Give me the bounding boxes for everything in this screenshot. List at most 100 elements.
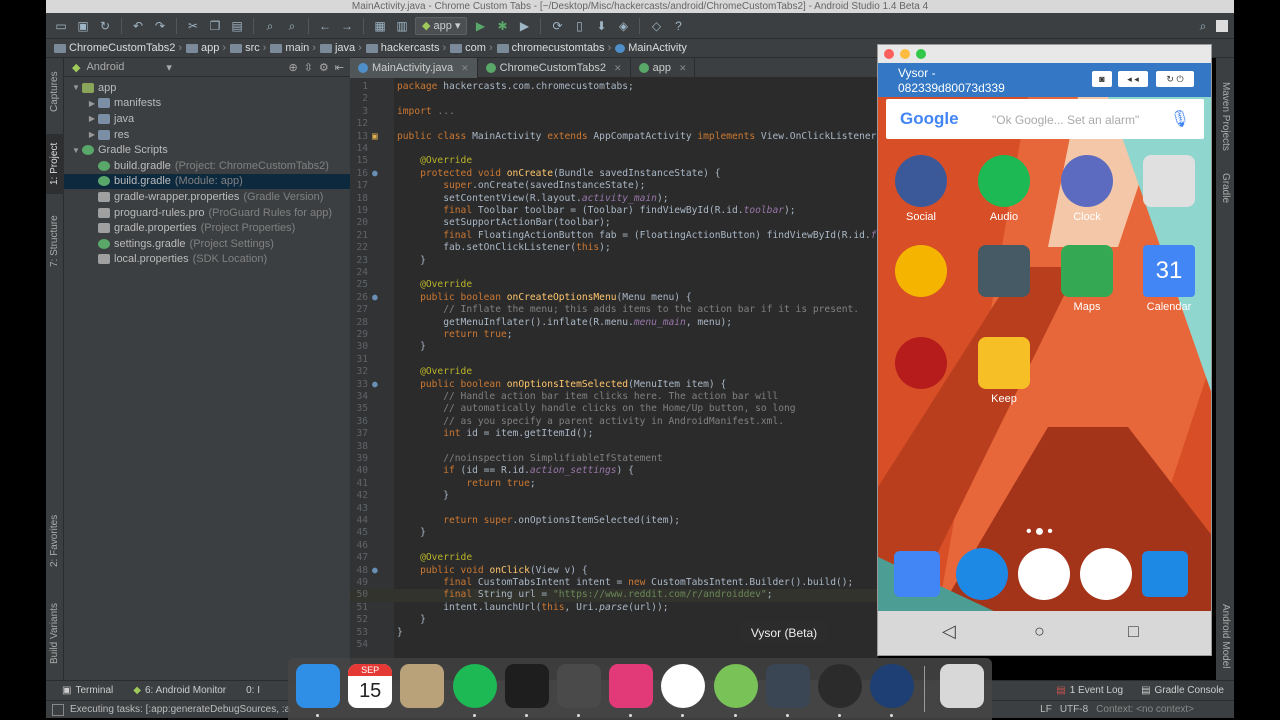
code-line[interactable]: 37 int id = item.getItemId(); [350, 428, 878, 440]
code-line[interactable]: 3 import ... [350, 106, 878, 118]
screenshot-icon[interactable]: ◙ [1092, 71, 1112, 87]
paste-icon[interactable]: ▤ [228, 17, 246, 35]
code-line[interactable]: 38 [350, 441, 878, 453]
code-line[interactable]: 34 // Handle action bar item clicks here… [350, 391, 878, 403]
chevron-right-icon[interactable]: ▶ [86, 130, 98, 139]
code-line[interactable]: 12 [350, 118, 878, 130]
chevron-down-icon[interactable]: ▼ [70, 146, 82, 155]
code-line[interactable]: 32 @Override [350, 366, 878, 378]
back-icon[interactable]: ◁ [942, 621, 956, 642]
tool-terminal[interactable]: Terminal [75, 685, 113, 696]
home-app[interactable]: Social [890, 155, 952, 223]
android-studio-icon[interactable] [713, 664, 758, 708]
code-line[interactable]: 36 // as you specify a parent activity i… [350, 416, 878, 428]
code-line[interactable]: 25 @Override [350, 279, 878, 291]
status-line-separator[interactable]: LF [1040, 704, 1052, 715]
tab-gradle[interactable]: Gradle [1216, 166, 1234, 210]
tree-item[interactable]: local.properties (SDK Location) [64, 252, 350, 268]
tree-item[interactable]: proguard-rules.pro (ProGuard Rules for ap… [64, 205, 350, 221]
home-app[interactable]: 31 Calendar [1138, 245, 1200, 313]
breadcrumb-app[interactable]: app › [186, 42, 226, 54]
forward-icon[interactable]: → [338, 17, 356, 35]
minimize-window-icon[interactable] [900, 49, 910, 59]
code-line[interactable]: 45 } [350, 527, 878, 539]
trash-icon[interactable] [940, 664, 984, 708]
code-line[interactable]: 44 return super.onOptionsItemSelected(it… [350, 515, 878, 527]
finder-icon[interactable] [296, 664, 340, 708]
code-line[interactable]: 51 intent.launchUrl(this, Uri.parse(url)… [350, 602, 878, 614]
code-line[interactable]: 42 } [350, 490, 878, 502]
undo-icon[interactable]: ↶ [129, 17, 147, 35]
code-line[interactable]: 2 [350, 93, 878, 105]
sublime-text-icon[interactable] [557, 664, 601, 708]
redo-icon[interactable]: ↷ [151, 17, 169, 35]
close-icon[interactable]: ✕ [614, 63, 622, 74]
chevron-down-icon[interactable]: ▾ [166, 61, 172, 74]
code-line[interactable]: 49 final CustomTabsIntent intent = new C… [350, 577, 878, 589]
tree-item[interactable]: ▼ Gradle Scripts [64, 142, 350, 158]
tree-item[interactable]: build.gradle (Project: ChromeCustomTabs2) [64, 158, 350, 174]
sync-scroll-icon[interactable]: ⊕ [288, 61, 297, 74]
terminal-icon[interactable] [504, 664, 549, 708]
status-encoding[interactable]: UTF-8 [1060, 704, 1088, 715]
google-search-bar[interactable]: Google "Ok Google... Set an alarm" 🎙 [886, 99, 1204, 139]
cut-icon[interactable]: ✂ [184, 17, 202, 35]
device-monitor-icon[interactable]: ◈ [614, 17, 632, 35]
volume-icon[interactable]: ◂ ◂ [1118, 71, 1148, 87]
override-marker-icon[interactable]: ● [372, 168, 378, 180]
override-marker-icon[interactable]: ● [372, 379, 378, 391]
home-icon[interactable]: ○ [1034, 621, 1045, 642]
breadcrumb-java[interactable]: java › [319, 42, 362, 54]
home-app[interactable]: Keep [973, 337, 1035, 405]
slack-icon[interactable] [609, 664, 654, 708]
back-icon[interactable]: ← [316, 17, 334, 35]
code-line[interactable]: 30 } [350, 341, 878, 353]
home-app[interactable] [1138, 155, 1200, 211]
breadcrumb-main[interactable]: main › [270, 42, 316, 54]
app-drawer-icon[interactable] [1018, 548, 1070, 600]
breadcrumb-project[interactable]: ChromeCustomTabs2 › [54, 42, 182, 54]
tab-android-model[interactable]: Android Model [1216, 598, 1234, 674]
breadcrumb-hackercasts[interactable]: hackercasts › [365, 42, 446, 54]
tab-editor-file[interactable]: MainActivity.java ✕ [350, 58, 478, 78]
open-folder-icon[interactable]: ▭ [52, 17, 70, 35]
spotify-icon[interactable] [452, 664, 497, 708]
override-marker-icon[interactable]: ● [372, 292, 378, 304]
chevron-down-icon[interactable]: ▼ [70, 83, 82, 92]
inbox-icon[interactable] [894, 551, 940, 597]
breadcrumb-src[interactable]: src › [230, 42, 266, 54]
run-icon[interactable]: ▶ [471, 17, 489, 35]
close-icon[interactable]: ✕ [679, 63, 687, 74]
code-line[interactable]: 29 return true; [350, 329, 878, 341]
vysor-icon[interactable] [765, 664, 810, 708]
close-icon[interactable]: ✕ [461, 63, 469, 74]
tab-editor-file[interactable]: ChromeCustomTabs2 ✕ [478, 58, 631, 78]
breadcrumb-mainactivity[interactable]: MainActivity [615, 42, 687, 54]
code-line[interactable]: 33 public boolean onOptionsItemSelected(… [350, 379, 878, 391]
run-configuration-select[interactable]: ◆ app ▾ [415, 16, 468, 35]
code-line[interactable]: 43 [350, 503, 878, 515]
code-line[interactable]: 1 package hackercasts.com.chromecustomtab… [350, 81, 878, 93]
code-editor[interactable]: 1 package hackercasts.com.chromecustomtab… [350, 78, 878, 658]
breadcrumb-com[interactable]: com › [450, 42, 493, 54]
sdk-manager-icon[interactable]: ⬇ [592, 17, 610, 35]
maximize-window-icon[interactable] [916, 49, 926, 59]
microphone-icon[interactable]: 🎙 [1170, 109, 1190, 129]
chevron-right-icon[interactable]: ▶ [86, 99, 98, 108]
code-line[interactable]: 27 // Inflate the menu; this adds items … [350, 304, 878, 316]
code-line[interactable]: 21 final FloatingActionButton fab = (Flo… [350, 230, 878, 242]
quicktime-icon[interactable] [870, 664, 915, 708]
coverage-icon[interactable]: ▶ [515, 17, 533, 35]
tree-item[interactable]: build.gradle (Module: app) [64, 173, 350, 190]
code-line[interactable]: 17 super.onCreate(savedInstanceState); [350, 180, 878, 192]
calendar-icon[interactable]: SEP 15 [348, 664, 393, 708]
make-project-icon[interactable]: ▦ [371, 17, 389, 35]
override-marker-icon[interactable]: ● [372, 565, 378, 577]
code-line[interactable]: 22 fab.setOnClickListener(this); [350, 242, 878, 254]
breadcrumb-chromecustomtabs[interactable]: chromecustomtabs › [496, 42, 611, 54]
tab-project[interactable]: 1: Project [46, 134, 64, 194]
home-app[interactable]: Clock [1056, 155, 1118, 223]
tool-messages[interactable]: 0: I [246, 685, 260, 696]
code-line[interactable]: 13 public class MainActivity extends AppC… [350, 131, 878, 143]
tab-captures[interactable]: Captures [46, 62, 64, 122]
